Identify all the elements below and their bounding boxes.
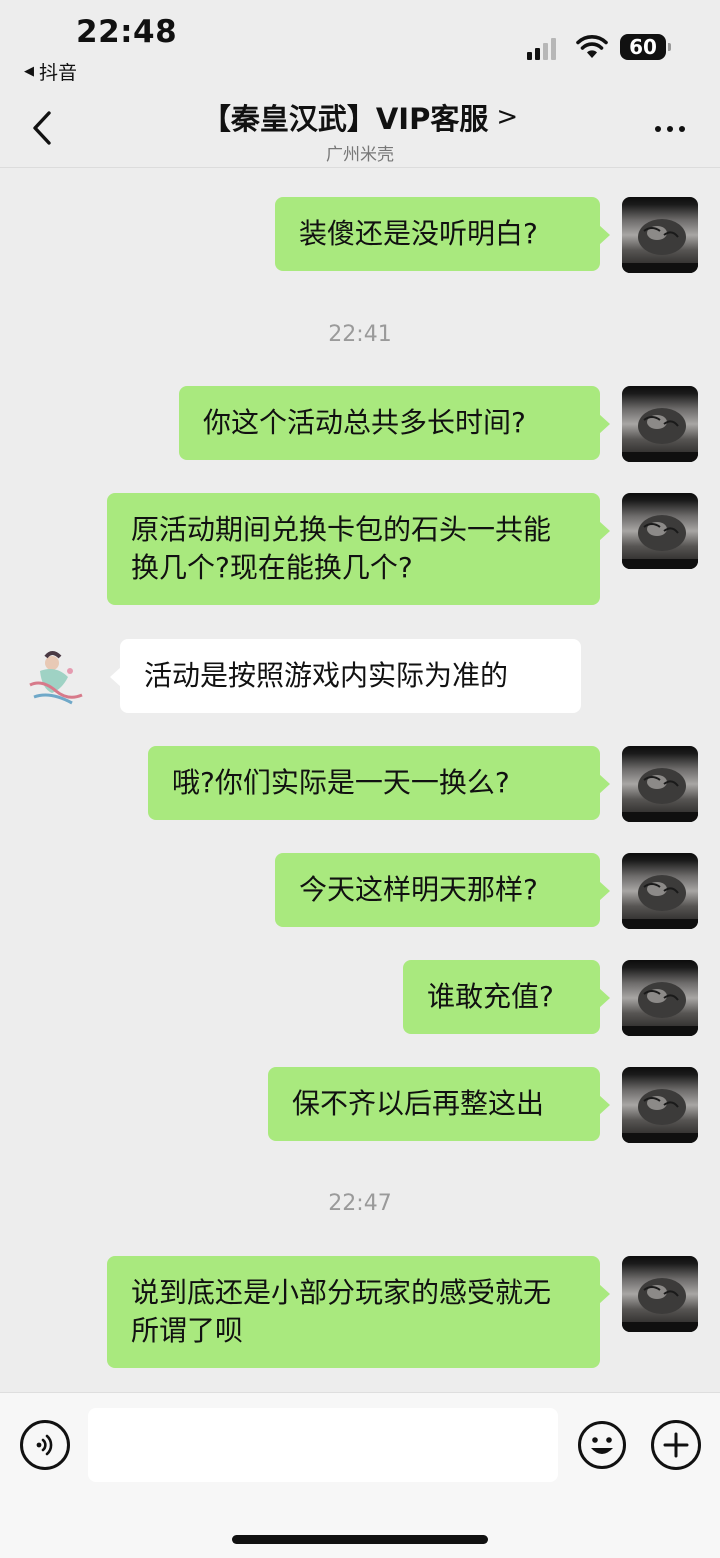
chat-subtitle: 广州米壳	[326, 145, 394, 165]
my-avatar[interactable]	[622, 960, 698, 1036]
home-indicator[interactable]	[232, 1535, 488, 1544]
message-bubble-outgoing[interactable]: 说到底还是小部分玩家的感受就无所谓了呗	[107, 1256, 610, 1368]
plus-button[interactable]	[651, 1420, 701, 1470]
emoji-button[interactable]	[577, 1420, 627, 1470]
message-bubble-outgoing[interactable]: 哦?你们实际是一天一换么?	[148, 746, 610, 820]
tiger-avatar-icon	[622, 1278, 698, 1332]
my-avatar[interactable]	[622, 853, 698, 929]
chat-title[interactable]: 【秦皇汉武】VIP客服 >	[202, 96, 518, 138]
message-timestamp: 22:47	[328, 1191, 392, 1216]
my-avatar[interactable]	[622, 1067, 698, 1143]
message-bubble-outgoing[interactable]: 今天这样明天那样?	[275, 853, 610, 927]
tiger-avatar-icon	[622, 768, 698, 822]
more-dots-icon	[655, 126, 661, 132]
cellular-signal-icon	[527, 36, 556, 60]
my-avatar[interactable]	[622, 197, 698, 273]
my-avatar[interactable]	[622, 1256, 698, 1332]
battery-level: 60	[629, 35, 657, 59]
message-input[interactable]	[88, 1408, 558, 1482]
message-bubble-outgoing[interactable]: 你这个活动总共多长时间?	[179, 386, 610, 460]
tiger-avatar-icon	[622, 408, 698, 462]
back-app-label: 抖音	[39, 62, 78, 84]
tiger-avatar-icon	[622, 219, 698, 273]
my-avatar[interactable]	[622, 746, 698, 822]
tiger-avatar-icon	[622, 982, 698, 1036]
plus-icon	[663, 1432, 689, 1458]
input-bar	[0, 1392, 720, 1558]
my-avatar[interactable]	[622, 493, 698, 569]
message-bubble-outgoing[interactable]: 装傻还是没听明白?	[275, 197, 610, 271]
more-button[interactable]	[648, 114, 692, 144]
tiger-avatar-icon	[622, 515, 698, 569]
voice-icon	[36, 1434, 53, 1456]
fairy-avatar-icon	[29, 651, 83, 705]
message-bubble-incoming[interactable]: 活动是按照游戏内实际为准的	[110, 639, 581, 713]
back-to-app-link[interactable]: ◀ 抖音	[24, 58, 77, 85]
message-bubble-outgoing[interactable]: 原活动期间兑换卡包的石头一共能换几个?现在能换几个?	[107, 493, 610, 605]
message-bubble-outgoing[interactable]: 谁敢充值?	[403, 960, 610, 1034]
message-timestamp: 22:41	[328, 322, 392, 347]
chat-header: 【秦皇汉武】VIP客服 > 广州米壳	[0, 90, 720, 168]
back-triangle-icon: ◀	[24, 64, 34, 79]
status-bar: 22:48 ◀ 抖音 60	[0, 0, 720, 90]
my-avatar[interactable]	[622, 386, 698, 462]
wifi-icon	[576, 35, 608, 58]
chat-title-area[interactable]: 【秦皇汉武】VIP客服 > 广州米壳	[0, 96, 720, 165]
voice-button[interactable]	[20, 1420, 70, 1470]
chevron-right-icon: >	[496, 102, 519, 132]
emoji-icon	[578, 1421, 626, 1469]
message-bubble-outgoing[interactable]: 保不齐以后再整这出	[268, 1067, 610, 1141]
battery-icon: 60	[620, 34, 671, 60]
contact-avatar[interactable]	[22, 645, 88, 711]
chat-title-text: 【秦皇汉武】VIP客服	[201, 102, 489, 136]
status-time: 22:48	[76, 14, 178, 50]
tiger-avatar-icon	[622, 1089, 698, 1143]
tiger-avatar-icon	[622, 875, 698, 929]
